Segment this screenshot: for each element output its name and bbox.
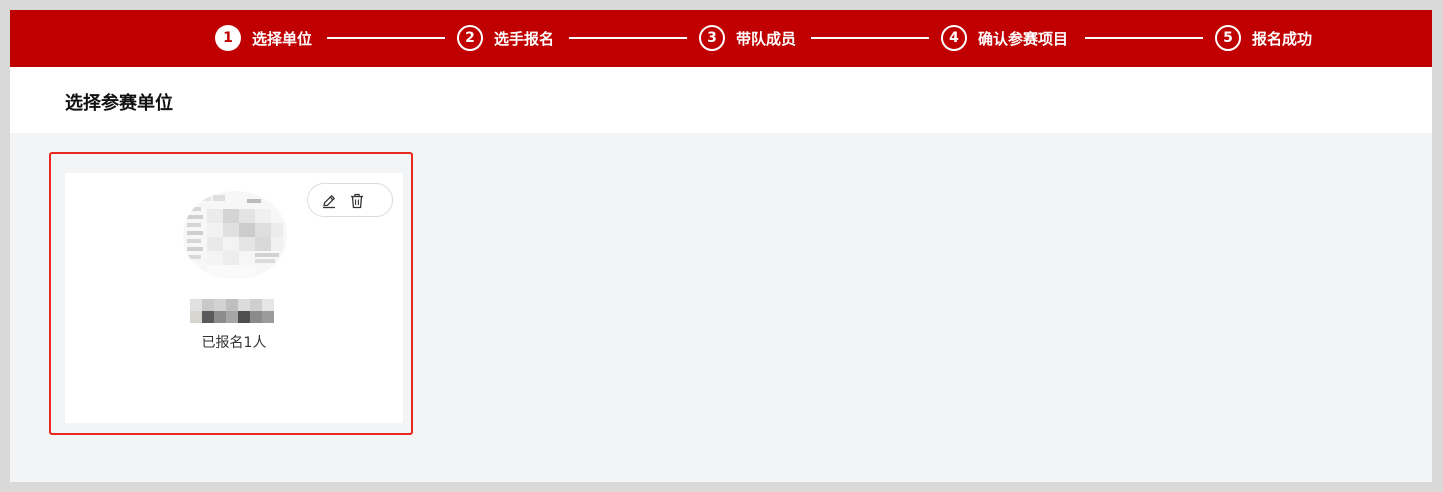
step-connector-3 (811, 37, 929, 39)
step-3-label: 带队成员 (736, 29, 797, 48)
unit-name-redacted (190, 299, 274, 323)
unit-card[interactable]: 已报名1人 (65, 173, 403, 423)
delete-button[interactable] (348, 192, 366, 210)
step-1-label: 选择单位 (252, 29, 313, 48)
step-player-registration[interactable]: 2 选手报名 (457, 24, 554, 52)
step-5-number: 5 (1215, 25, 1241, 51)
edit-button[interactable] (320, 192, 338, 210)
step-3-number: 3 (699, 25, 725, 51)
title-bar: 选择参赛单位 (10, 67, 1432, 133)
card-actions (307, 183, 393, 217)
step-connector-2 (569, 37, 687, 39)
page-title: 选择参赛单位 (65, 93, 173, 114)
step-confirm-events[interactable]: 4 确认参赛项目 (941, 24, 1068, 52)
step-select-unit[interactable]: 1 选择单位 (215, 24, 312, 52)
step-2-number: 2 (457, 25, 483, 51)
step-connector-1 (327, 37, 445, 39)
step-4-label: 确认参赛项目 (978, 29, 1069, 48)
step-2-label: 选手报名 (494, 29, 555, 48)
registration-stepper: 1 选择单位 2 选手报名 3 带队成员 4 确认参赛项目 5 报名成功 (10, 10, 1432, 67)
step-4-number: 4 (941, 25, 967, 51)
trash-icon (351, 193, 363, 209)
step-registration-success[interactable]: 5 报名成功 (1215, 24, 1312, 52)
registered-count: 已报名1人 (201, 335, 267, 351)
pencil-icon (323, 195, 335, 209)
step-connector-4 (1085, 37, 1203, 39)
unit-logo-redacted (183, 191, 287, 279)
app-frame: 1 选择单位 2 选手报名 3 带队成员 4 确认参赛项目 5 报名成功 选择参… (10, 10, 1432, 482)
step-team-members[interactable]: 3 带队成员 (699, 24, 796, 52)
step-1-number: 1 (215, 25, 241, 51)
step-5-label: 报名成功 (1252, 29, 1313, 48)
